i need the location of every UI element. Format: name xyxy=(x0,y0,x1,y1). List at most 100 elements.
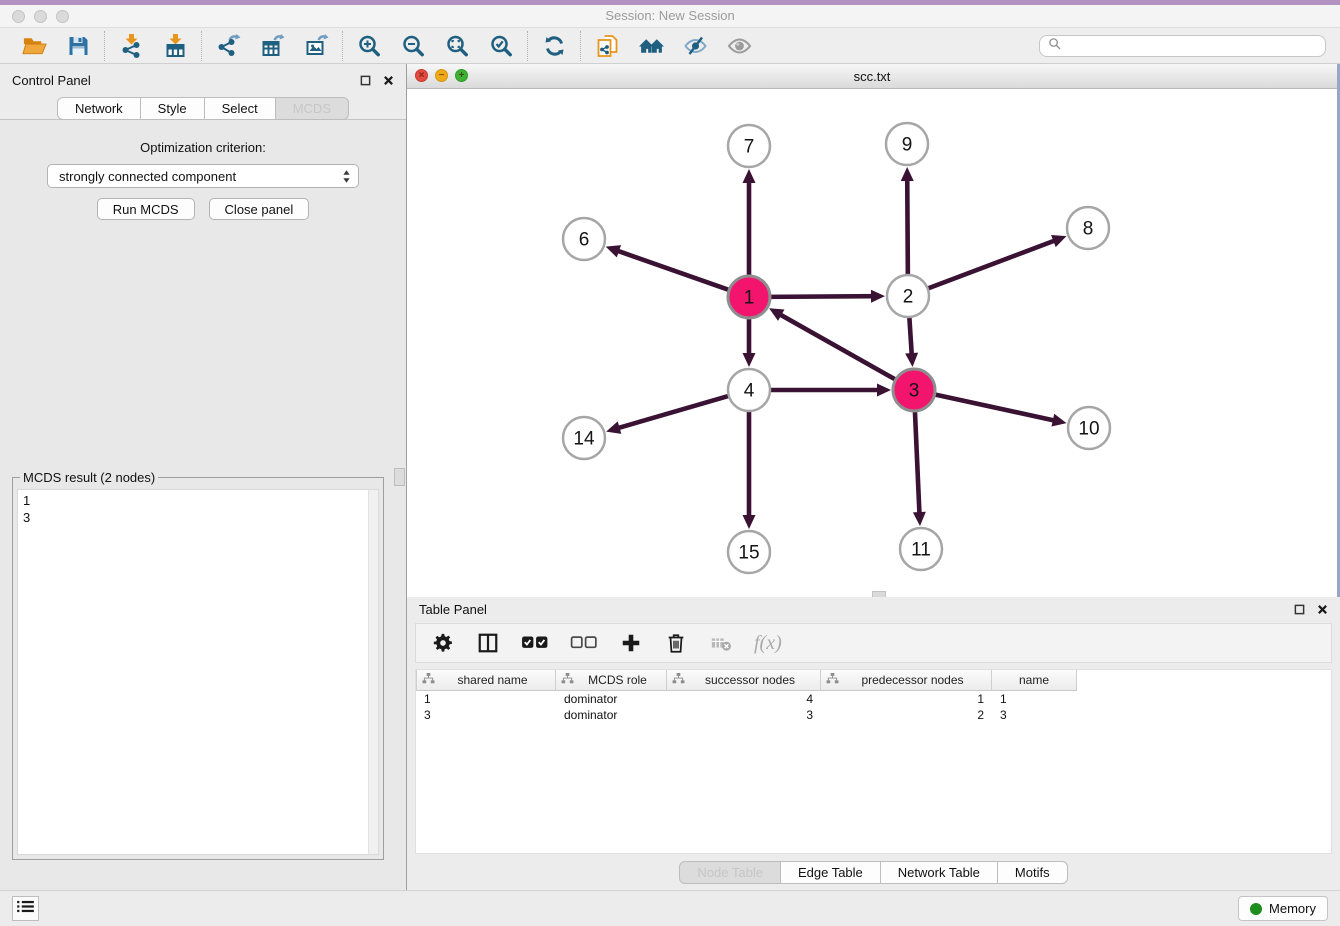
zoom-out-icon[interactable] xyxy=(399,33,427,59)
edge-arrow-1-2 xyxy=(871,290,885,303)
show-all-networks-icon[interactable] xyxy=(637,33,665,59)
edge-arrow-2-8 xyxy=(1051,235,1066,247)
application-window: Session: New Session Control Panel Netwo… xyxy=(0,0,1340,926)
table-cell[interactable]: 3 xyxy=(667,708,821,722)
main-toolbar-groups xyxy=(8,31,765,61)
edge-3-1[interactable] xyxy=(779,314,897,380)
table-cell[interactable]: 1 xyxy=(416,692,556,706)
task-history-button[interactable] xyxy=(12,896,39,921)
zoom-selected-icon[interactable] xyxy=(487,33,515,59)
column-header-MCDS-role[interactable]: MCDS role xyxy=(556,670,667,691)
column-header-shared-name[interactable]: shared name xyxy=(416,670,556,691)
criterion-dropdown[interactable]: strongly connected component xyxy=(47,164,359,188)
memory-button[interactable]: Memory xyxy=(1238,896,1328,921)
edge-3-11[interactable] xyxy=(915,409,920,514)
mcds-result-text[interactable]: 13 xyxy=(17,489,379,855)
edge-2-9[interactable] xyxy=(907,179,908,277)
table-cell[interactable]: dominator xyxy=(556,708,667,722)
edge-arrow-2-9 xyxy=(901,167,914,181)
export-image-icon[interactable] xyxy=(302,33,330,59)
network-window-titlebar[interactable]: × − + scc.txt xyxy=(407,64,1337,89)
tab-select[interactable]: Select xyxy=(205,97,276,120)
edge-2-3[interactable] xyxy=(909,315,912,355)
table-tab-network-table[interactable]: Network Table xyxy=(881,861,998,884)
memory-status-icon xyxy=(1250,903,1262,915)
graph-node-label-14: 14 xyxy=(573,429,595,450)
column-header-name[interactable]: name xyxy=(992,670,1077,691)
edge-arrow-1-6 xyxy=(606,245,621,257)
edge-3-10[interactable] xyxy=(933,394,1055,421)
table-row[interactable]: 3dominator323 xyxy=(416,707,1331,723)
table-cell[interactable]: 1 xyxy=(992,692,1077,706)
control-panel-tabs: NetworkStyleSelectMCDS xyxy=(0,97,406,121)
hide-panels-icon[interactable] xyxy=(681,33,709,59)
splitter-handle[interactable] xyxy=(394,468,405,486)
mcds-result-group: MCDS result (2 nodes) 13 xyxy=(12,477,384,860)
table-cell[interactable]: 3 xyxy=(992,708,1077,722)
graph-node-label-3: 3 xyxy=(909,381,920,402)
close-panel-button[interactable]: Close panel xyxy=(209,198,310,220)
graph-node-label-9: 9 xyxy=(902,135,913,156)
table-row[interactable]: 1dominator411 xyxy=(416,691,1331,707)
import-table-icon[interactable] xyxy=(161,33,189,59)
delete-icon[interactable] xyxy=(664,630,688,656)
settings-icon[interactable] xyxy=(431,630,455,656)
network-window-title: scc.txt xyxy=(407,69,1337,84)
close-panel-icon[interactable] xyxy=(382,75,394,87)
edge-4-14[interactable] xyxy=(618,395,731,428)
table-cell[interactable]: 2 xyxy=(821,708,992,722)
network-graph[interactable]: 7968124314101511 xyxy=(407,89,1337,597)
float-table-panel-icon[interactable] xyxy=(1293,603,1305,615)
edge-1-6[interactable] xyxy=(617,251,731,291)
search-box[interactable] xyxy=(1039,35,1326,57)
export-table-icon[interactable] xyxy=(258,33,286,59)
table-tab-motifs[interactable]: Motifs xyxy=(998,861,1068,884)
dropdown-arrows-icon xyxy=(342,169,351,184)
network-maximize-button[interactable]: + xyxy=(455,69,468,82)
tab-mcds[interactable]: MCDS xyxy=(276,97,349,120)
network-minimize-button[interactable]: − xyxy=(435,69,448,82)
control-panel-title: Control Panel xyxy=(12,73,91,88)
list-icon xyxy=(17,900,34,918)
column-tree-icon xyxy=(561,673,574,687)
mcds-result-line: 3 xyxy=(23,509,364,526)
table-tab-node-table[interactable]: Node Table xyxy=(679,861,781,884)
table-cell[interactable]: 3 xyxy=(416,708,556,722)
tab-network[interactable]: Network xyxy=(57,97,141,120)
table-panel-title: Table Panel xyxy=(419,602,487,617)
table-panel: Table Panel f(x) shared nameMCDS rolesuc… xyxy=(407,597,1340,890)
graph-node-label-7: 7 xyxy=(744,137,755,158)
split-panel-icon[interactable] xyxy=(476,630,500,656)
save-session-icon[interactable] xyxy=(64,33,92,59)
float-panel-icon[interactable] xyxy=(359,75,371,87)
select-all-icon[interactable] xyxy=(521,630,549,656)
tab-style[interactable]: Style xyxy=(141,97,205,120)
refresh-network-icon[interactable] xyxy=(540,33,568,59)
unselect-all-icon[interactable] xyxy=(570,630,598,656)
show-panels-icon[interactable] xyxy=(725,33,753,59)
column-header-successor-nodes[interactable]: successor nodes xyxy=(667,670,821,691)
network-canvas[interactable]: 7968124314101511 xyxy=(407,89,1337,597)
search-input[interactable] xyxy=(1067,38,1317,54)
run-mcds-button[interactable]: Run MCDS xyxy=(97,198,195,220)
close-table-panel-icon[interactable] xyxy=(1316,603,1328,615)
titlebar: Session: New Session xyxy=(0,0,1340,28)
export-network-icon[interactable] xyxy=(214,33,242,59)
import-network-icon[interactable] xyxy=(117,33,145,59)
edge-2-8[interactable] xyxy=(926,240,1055,289)
table-tab-edge-table[interactable]: Edge Table xyxy=(781,861,881,884)
open-session-icon[interactable] xyxy=(20,33,48,59)
column-header-predecessor-nodes[interactable]: predecessor nodes xyxy=(821,670,992,691)
network-close-button[interactable]: × xyxy=(415,69,428,82)
zoom-fit-icon[interactable] xyxy=(443,33,471,59)
table-cell[interactable]: 1 xyxy=(821,692,992,706)
table-cell[interactable]: dominator xyxy=(556,692,667,706)
table-cell[interactable]: 4 xyxy=(667,692,821,706)
zoom-in-icon[interactable] xyxy=(355,33,383,59)
titlebar-accent xyxy=(0,0,1340,5)
add-icon[interactable] xyxy=(619,630,643,656)
column-tree-icon xyxy=(422,673,435,687)
status-bar: Memory xyxy=(0,890,1340,926)
duplicate-network-icon[interactable] xyxy=(593,33,621,59)
edge-1-2[interactable] xyxy=(768,296,873,297)
